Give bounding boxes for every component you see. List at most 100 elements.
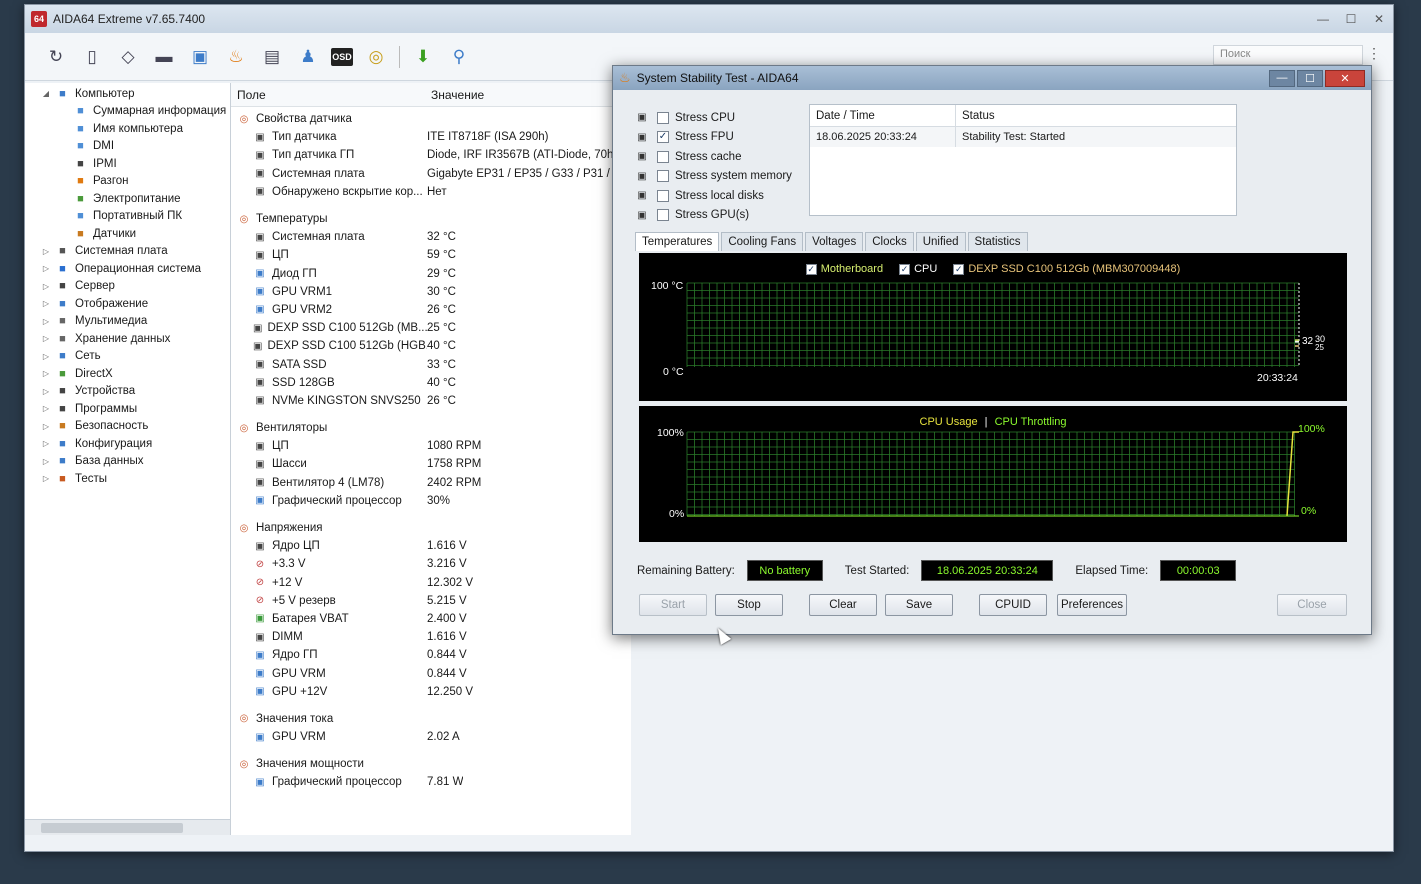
- memory-icon[interactable]: ▬: [151, 44, 177, 70]
- tree-item[interactable]: ◢ ■ Компьютер: [25, 85, 230, 103]
- tab-temperatures[interactable]: Temperatures: [635, 232, 720, 251]
- expand-arrow-icon[interactable]: ◢: [41, 89, 51, 98]
- stress-option[interactable]: ▣ Stress local disks: [635, 186, 792, 206]
- tab-unified[interactable]: Unified: [915, 232, 966, 251]
- stress-checkbox[interactable]: [657, 111, 669, 124]
- expand-arrow-icon[interactable]: ▷: [41, 369, 51, 378]
- table-row[interactable]: 18.06.2025 20:33:24 Stability Test: Star…: [810, 127, 1236, 147]
- stress-checkbox[interactable]: [657, 209, 669, 222]
- table-row[interactable]: ▣ Обнаружено вскрытие кор... Нет: [231, 183, 631, 201]
- tab-clocks[interactable]: Clocks: [865, 232, 914, 251]
- expand-arrow-icon[interactable]: ▷: [41, 282, 51, 291]
- expand-arrow-icon[interactable]: ▷: [41, 457, 51, 466]
- tree-item[interactable]: ■ DMI: [25, 138, 230, 156]
- report-icon[interactable]: ▯: [79, 44, 105, 70]
- legend-checkbox[interactable]: ✓: [953, 263, 965, 275]
- table-row[interactable]: ▣ ЦП 1080 RPM: [231, 437, 631, 455]
- minimize-button[interactable]: —: [1309, 9, 1337, 29]
- clear-button[interactable]: Clear: [809, 594, 877, 616]
- dialog-close-button[interactable]: ✕: [1325, 69, 1365, 87]
- expand-arrow-icon[interactable]: ▷: [41, 439, 51, 448]
- expand-arrow-icon[interactable]: ▷: [41, 247, 51, 256]
- table-row[interactable]: ▣ NVMe KINGSTON SNVS250 26 °C: [231, 392, 631, 410]
- computer-icon[interactable]: ▣: [187, 44, 213, 70]
- table-row[interactable]: ⊘ +5 V резерв 5.215 V: [231, 592, 631, 610]
- menu-icon[interactable]: ⋮: [1367, 45, 1381, 62]
- table-row[interactable]: ▣ Батарея VBAT 2.400 V: [231, 610, 631, 628]
- tree-item[interactable]: ▷ ■ База данных: [25, 453, 230, 471]
- tree-item[interactable]: ▷ ■ Тесты: [25, 470, 230, 488]
- stress-checkbox[interactable]: [657, 189, 669, 202]
- table-row[interactable]: ▣ GPU VRM 2.02 A: [231, 728, 631, 746]
- table-row[interactable]: ▣ Вентилятор 4 (LM78) 2402 RPM: [231, 474, 631, 492]
- gauge-icon[interactable]: ◎: [363, 44, 389, 70]
- close-dialog-button[interactable]: Close: [1277, 594, 1347, 616]
- dialog-maximize-button[interactable]: ☐: [1297, 69, 1323, 87]
- tree-item[interactable]: ■ Имя компьютера: [25, 120, 230, 138]
- table-row[interactable]: ▣ GPU VRM1 30 °C: [231, 283, 631, 301]
- tree-item[interactable]: ▷ ■ Операционная система: [25, 260, 230, 278]
- save-button[interactable]: Save: [885, 594, 953, 616]
- expand-arrow-icon[interactable]: ▷: [41, 334, 51, 343]
- tree-item[interactable]: ▷ ■ Системная плата: [25, 243, 230, 261]
- table-row[interactable]: ▣ DEXP SSD C100 512Gb (MB... 25 °C: [231, 319, 631, 337]
- network-icon[interactable]: ◇: [115, 44, 141, 70]
- tree-item[interactable]: ▷ ■ Безопасность: [25, 418, 230, 436]
- stop-button[interactable]: Stop: [715, 594, 783, 616]
- stress-option[interactable]: ▣ Stress GPU(s): [635, 206, 792, 226]
- legend-item[interactable]: ✓ DEXP SSD C100 512Gb (MBM307009448): [953, 263, 1180, 275]
- table-row[interactable]: ▣ Диод ГП 29 °C: [231, 265, 631, 283]
- table-row[interactable]: ▣ Тип датчика ITE IT8718F (ISA 290h): [231, 128, 631, 146]
- tree-item[interactable]: ▷ ■ Конфигурация: [25, 435, 230, 453]
- preferences-button[interactable]: Preferences: [1057, 594, 1127, 616]
- refresh-icon[interactable]: ↻: [43, 44, 69, 70]
- stress-checkbox[interactable]: [657, 170, 669, 183]
- group-header[interactable]: ◎ Значения мощности: [231, 755, 631, 773]
- start-button[interactable]: Start: [639, 594, 707, 616]
- tree-item[interactable]: ■ Электропитание: [25, 190, 230, 208]
- table-row[interactable]: ▣ Шасси 1758 RPM: [231, 455, 631, 473]
- expand-arrow-icon[interactable]: ▷: [41, 264, 51, 273]
- table-row[interactable]: ▣ Системная плата Gigabyte EP31 / EP35 / G…: [231, 165, 631, 183]
- table-row[interactable]: ▣ SATA SSD 33 °C: [231, 355, 631, 373]
- table-row[interactable]: ▣ Системная плата 32 °C: [231, 228, 631, 246]
- table-row[interactable]: ▣ Графический процессор 30%: [231, 492, 631, 510]
- tree-item[interactable]: ▷ ■ Сеть: [25, 348, 230, 366]
- tree-item[interactable]: ▷ ■ Программы: [25, 400, 230, 418]
- table-row[interactable]: ▣ Графический процессор 7.81 W: [231, 773, 631, 791]
- table-row[interactable]: ⊘ +12 V 12.302 V: [231, 574, 631, 592]
- tab-cooling-fans[interactable]: Cooling Fans: [721, 232, 804, 251]
- table-row[interactable]: ▣ Тип датчика ГП Diode, IRF IR3567B (ATI-D…: [231, 146, 631, 164]
- expand-arrow-icon[interactable]: ▷: [41, 404, 51, 413]
- stress-option[interactable]: ▣ Stress system memory: [635, 167, 792, 187]
- close-button[interactable]: ✕: [1365, 9, 1393, 29]
- legend-checkbox[interactable]: ✓: [899, 263, 911, 275]
- table-row[interactable]: ▣ GPU +12V 12.250 V: [231, 683, 631, 701]
- table-row[interactable]: ▣ GPU VRM 0.844 V: [231, 664, 631, 682]
- group-header[interactable]: ◎ Температуры: [231, 210, 631, 228]
- tree-item[interactable]: ▷ ■ Отображение: [25, 295, 230, 313]
- user-icon[interactable]: ♟: [295, 44, 321, 70]
- flame-icon[interactable]: ♨: [223, 44, 249, 70]
- tree-item[interactable]: ■ Разгон: [25, 173, 230, 191]
- clipboard-icon[interactable]: ▤: [259, 44, 285, 70]
- stress-checkbox[interactable]: [657, 150, 669, 163]
- tree-item[interactable]: ■ Датчики: [25, 225, 230, 243]
- expand-arrow-icon[interactable]: ▷: [41, 474, 51, 483]
- maximize-button[interactable]: ☐: [1337, 9, 1365, 29]
- expand-arrow-icon[interactable]: ▷: [41, 352, 51, 361]
- search-icon[interactable]: ⚲: [446, 44, 472, 70]
- table-row[interactable]: ▣ GPU VRM2 26 °C: [231, 301, 631, 319]
- stress-option[interactable]: ▣ Stress CPU: [635, 108, 792, 128]
- legend-checkbox[interactable]: ✓: [805, 263, 817, 275]
- expand-arrow-icon[interactable]: ▷: [41, 299, 51, 308]
- tree-item[interactable]: ▷ ■ Устройства: [25, 383, 230, 401]
- stress-option[interactable]: ▣ Stress cache: [635, 147, 792, 167]
- expand-arrow-icon[interactable]: ▷: [41, 317, 51, 326]
- osd-icon[interactable]: OSD: [331, 47, 353, 66]
- group-header[interactable]: ◎ Вентиляторы: [231, 419, 631, 437]
- tree-item[interactable]: ■ Суммарная информация: [25, 103, 230, 121]
- tab-voltages[interactable]: Voltages: [805, 232, 864, 251]
- tree-horizontal-scrollbar[interactable]: [25, 819, 230, 835]
- search-input[interactable]: Поиск: [1213, 45, 1363, 65]
